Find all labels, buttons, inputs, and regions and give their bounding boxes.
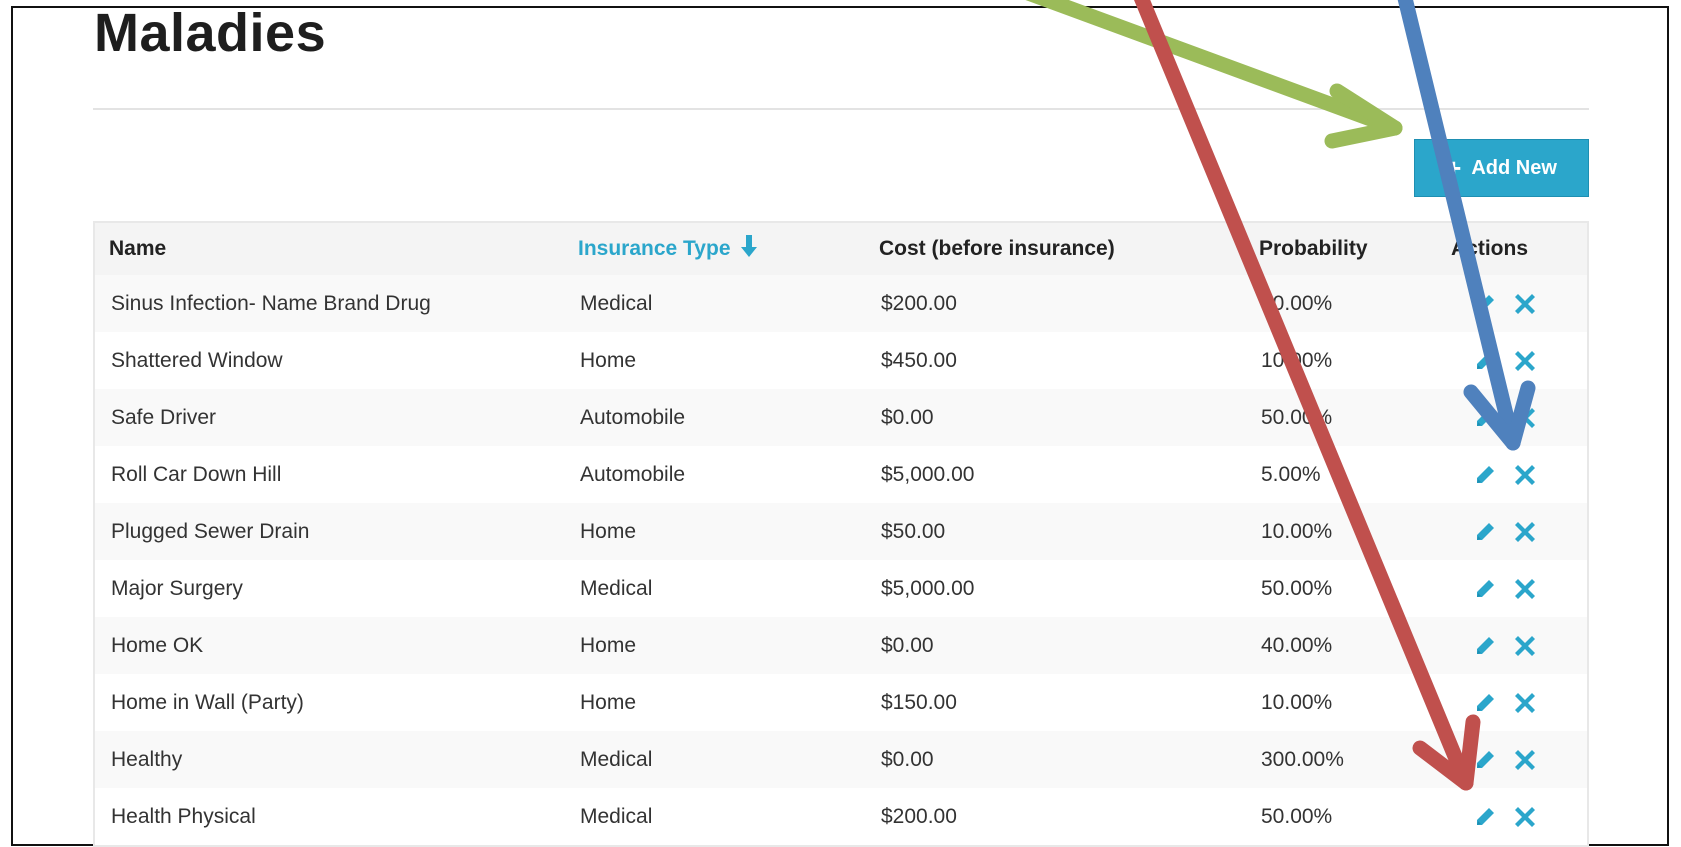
- column-header-insurance-type[interactable]: Insurance Type: [578, 235, 879, 263]
- cell-probability: 50.00%: [1261, 576, 1333, 600]
- cell-name: Home in Wall (Party): [111, 690, 304, 714]
- pencil-icon[interactable]: [1473, 292, 1497, 316]
- table-row: Home OK Home $0.00 40.00%: [95, 617, 1587, 674]
- cell-insurance-type: Medical: [580, 804, 653, 828]
- cell-actions: [1445, 805, 1587, 829]
- cell-insurance-type: Home: [580, 633, 637, 657]
- cell-name: Safe Driver: [111, 405, 217, 429]
- cell-actions: [1445, 748, 1587, 772]
- cell-insurance-type: Home: [580, 348, 637, 372]
- close-icon[interactable]: [1513, 520, 1537, 544]
- cell-name: Major Surgery: [111, 576, 243, 600]
- plus-icon: +: [1446, 153, 1462, 183]
- table-row: Shattered Window Home $450.00 10.00%: [95, 332, 1587, 389]
- cell-probability: 50.00%: [1261, 291, 1333, 315]
- cell-insurance-type: Automobile: [580, 405, 686, 429]
- cell-probability: 40.00%: [1261, 633, 1333, 657]
- cell-name: Healthy: [111, 747, 183, 771]
- table-row: Major Surgery Medical $5,000.00 50.00%: [95, 560, 1587, 617]
- cell-name: Health Physical: [111, 804, 256, 828]
- close-icon[interactable]: [1513, 349, 1537, 373]
- pencil-icon[interactable]: [1473, 520, 1497, 544]
- cell-probability: 5.00%: [1261, 462, 1321, 486]
- table-row: Plugged Sewer Drain Home $50.00 10.00%: [95, 503, 1587, 560]
- column-header-name: Name: [109, 237, 167, 260]
- close-icon[interactable]: [1513, 577, 1537, 601]
- table-row: Health Physical Medical $200.00 50.00%: [95, 788, 1587, 845]
- cell-insurance-type: Automobile: [580, 462, 686, 486]
- close-icon[interactable]: [1513, 634, 1537, 658]
- close-icon[interactable]: [1513, 805, 1537, 829]
- cell-cost: $150.00: [881, 690, 957, 714]
- cell-name: Shattered Window: [111, 348, 283, 372]
- cell-actions: [1445, 349, 1587, 373]
- cell-cost: $200.00: [881, 291, 957, 315]
- table-row: Roll Car Down Hill Automobile $5,000.00 5.0…: [95, 446, 1587, 503]
- cell-probability: 300.00%: [1261, 747, 1344, 771]
- cell-probability: 50.00%: [1261, 804, 1333, 828]
- table-row: Healthy Medical $0.00 300.00%: [95, 731, 1587, 788]
- pencil-icon[interactable]: [1473, 349, 1497, 373]
- cell-probability: 10.00%: [1261, 519, 1333, 543]
- cell-insurance-type: Medical: [580, 291, 653, 315]
- page-title: Maladies: [94, 3, 327, 63]
- cell-actions: [1445, 463, 1587, 487]
- add-new-button[interactable]: + Add New: [1414, 139, 1589, 197]
- cell-cost: $450.00: [881, 348, 957, 372]
- pencil-icon[interactable]: [1473, 748, 1497, 772]
- cell-cost: $0.00: [881, 633, 934, 657]
- pencil-icon[interactable]: [1473, 805, 1497, 829]
- cell-insurance-type: Home: [580, 690, 637, 714]
- cell-actions: [1445, 691, 1587, 715]
- cell-insurance-type: Home: [580, 519, 637, 543]
- pencil-icon[interactable]: [1473, 691, 1497, 715]
- insurance-type-header-label: Insurance Type: [578, 237, 731, 260]
- cell-name: Plugged Sewer Drain: [111, 519, 310, 543]
- close-icon[interactable]: [1513, 463, 1537, 487]
- maladies-table: Name Insurance Type Cost (before insuran…: [93, 221, 1589, 847]
- close-icon[interactable]: [1513, 748, 1537, 772]
- cell-cost: $50.00: [881, 519, 946, 543]
- cell-probability: 10.00%: [1261, 690, 1333, 714]
- cell-cost: $0.00: [881, 405, 934, 429]
- table-row: Home in Wall (Party) Home $150.00 10.00%: [95, 674, 1587, 731]
- cell-name: Home OK: [111, 633, 204, 657]
- cell-actions: [1445, 520, 1587, 544]
- add-new-label: Add New: [1471, 156, 1557, 179]
- pencil-icon[interactable]: [1473, 577, 1497, 601]
- cell-actions: [1445, 292, 1587, 316]
- cell-insurance-type: Medical: [580, 576, 653, 600]
- cell-cost: $200.00: [881, 804, 957, 828]
- cell-cost: $5,000.00: [881, 462, 975, 486]
- column-header-actions: Actions: [1451, 237, 1529, 260]
- close-icon[interactable]: [1513, 691, 1537, 715]
- title-divider: [93, 108, 1589, 110]
- close-icon[interactable]: [1513, 292, 1537, 316]
- pencil-icon[interactable]: [1473, 634, 1497, 658]
- cell-probability: 10.00%: [1261, 348, 1333, 372]
- column-header-probability: Probability: [1259, 237, 1368, 260]
- cell-insurance-type: Medical: [580, 747, 653, 771]
- column-header-cost: Cost (before insurance): [879, 237, 1115, 260]
- table-row: Sinus Infection- Name Brand Drug Medical $…: [95, 275, 1587, 332]
- cell-probability: 50.00%: [1261, 405, 1333, 429]
- table-header: Name Insurance Type Cost (before insuran…: [95, 223, 1587, 275]
- table-body: Sinus Infection- Name Brand Drug Medical $…: [95, 275, 1587, 845]
- cell-actions: [1445, 406, 1587, 430]
- arrow-down-icon: [740, 235, 757, 263]
- close-icon[interactable]: [1513, 406, 1537, 430]
- cell-name: Roll Car Down Hill: [111, 462, 282, 486]
- pencil-icon[interactable]: [1473, 406, 1497, 430]
- pencil-icon[interactable]: [1473, 463, 1497, 487]
- cell-actions: [1445, 577, 1587, 601]
- table-row: Safe Driver Automobile $0.00 50.00%: [95, 389, 1587, 446]
- cell-name: Sinus Infection- Name Brand Drug: [111, 291, 431, 315]
- cell-cost: $0.00: [881, 747, 934, 771]
- cell-cost: $5,000.00: [881, 576, 975, 600]
- cell-actions: [1445, 634, 1587, 658]
